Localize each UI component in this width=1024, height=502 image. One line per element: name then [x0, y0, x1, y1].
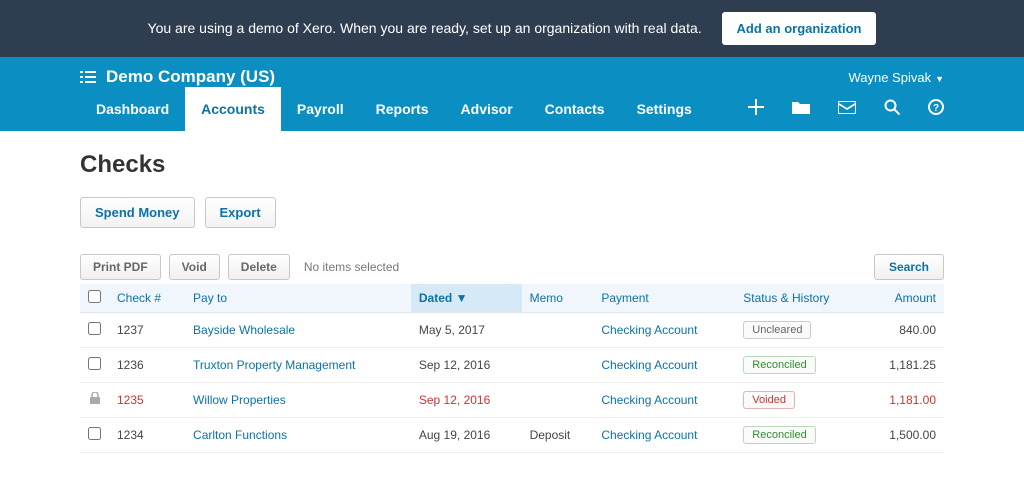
void-button[interactable]: Void — [169, 254, 220, 280]
memo-cell — [522, 313, 594, 348]
status-badge[interactable]: Voided — [743, 391, 795, 409]
export-button[interactable]: Export — [205, 197, 276, 228]
plus-icon[interactable] — [748, 99, 764, 120]
table-row: 1236 Truxton Property Management Sep 12, 2… — [80, 348, 944, 383]
page-title: Checks — [80, 151, 944, 179]
nav-bar: Dashboard Accounts Payroll Reports Advis… — [0, 87, 1024, 131]
row-checkbox[interactable] — [88, 357, 101, 370]
amount-cell: 1,181.25 — [865, 348, 944, 383]
col-check[interactable]: Check # — [109, 284, 185, 313]
action-row: Spend Money Export — [80, 197, 944, 228]
check-number: 1236 — [109, 348, 185, 383]
col-status[interactable]: Status & History — [735, 284, 864, 313]
tab-contacts[interactable]: Contacts — [529, 87, 621, 131]
col-dated-label: Dated — [419, 291, 452, 305]
nav-icons: ? — [748, 87, 944, 131]
list-icon[interactable] — [80, 70, 96, 84]
check-number: 1235 — [109, 383, 185, 418]
payment-link[interactable]: Checking Account — [601, 428, 697, 442]
search-icon[interactable] — [884, 99, 900, 120]
dated-cell: May 5, 2017 — [411, 313, 522, 348]
print-pdf-button[interactable]: Print PDF — [80, 254, 161, 280]
tab-payroll[interactable]: Payroll — [281, 87, 360, 131]
search-button[interactable]: Search — [874, 254, 944, 280]
delete-button[interactable]: Delete — [228, 254, 290, 280]
payment-link[interactable]: Checking Account — [601, 358, 697, 372]
row-checkbox[interactable] — [88, 322, 101, 335]
add-organization-button[interactable]: Add an organization — [722, 12, 877, 45]
payto-link[interactable]: Truxton Property Management — [193, 358, 355, 372]
col-dated[interactable]: Dated ▼ — [411, 284, 522, 313]
nav-tabs: Dashboard Accounts Payroll Reports Advis… — [80, 87, 708, 131]
table-row: 1237 Bayside Wholesale May 5, 2017 Checking… — [80, 313, 944, 348]
payment-link[interactable]: Checking Account — [601, 323, 697, 337]
user-name: Wayne Spivak — [848, 70, 931, 85]
demo-banner: You are using a demo of Xero. When you a… — [0, 0, 1024, 57]
tab-advisor[interactable]: Advisor — [445, 87, 529, 131]
sort-desc-icon: ▼ — [456, 291, 468, 305]
tab-settings[interactable]: Settings — [621, 87, 708, 131]
chevron-down-icon: ▼ — [935, 74, 944, 84]
dated-cell: Sep 12, 2016 — [411, 383, 522, 418]
amount-cell: 1,181.00 — [865, 383, 944, 418]
status-badge[interactable]: Reconciled — [743, 356, 815, 374]
mail-icon[interactable] — [838, 99, 856, 119]
tab-dashboard[interactable]: Dashboard — [80, 87, 185, 131]
col-payto[interactable]: Pay to — [185, 284, 411, 313]
select-all-checkbox[interactable] — [88, 290, 101, 303]
dated-cell: Sep 12, 2016 — [411, 348, 522, 383]
table-header-row: Check # Pay to Dated ▼ Memo Payment Stat… — [80, 284, 944, 313]
memo-cell — [522, 383, 594, 418]
svg-text:?: ? — [933, 103, 939, 114]
col-amount[interactable]: Amount — [865, 284, 944, 313]
col-memo[interactable]: Memo — [522, 284, 594, 313]
help-icon[interactable]: ? — [928, 99, 944, 120]
row-checkbox[interactable] — [88, 427, 101, 440]
table-row: 1235 Willow Properties Sep 12, 2016 Checkin… — [80, 383, 944, 418]
header-bar: Demo Company (US) Wayne Spivak ▼ — [0, 57, 1024, 87]
table-toolbar: Print PDF Void Delete No items selected … — [80, 254, 944, 280]
content: Checks Spend Money Export Print PDF Void… — [0, 131, 1024, 473]
amount-cell: 1,500.00 — [865, 418, 944, 453]
demo-banner-text: You are using a demo of Xero. When you a… — [148, 20, 702, 36]
folder-icon[interactable] — [792, 99, 810, 119]
memo-cell — [522, 348, 594, 383]
tab-accounts[interactable]: Accounts — [185, 87, 281, 131]
memo-cell: Deposit — [522, 418, 594, 453]
spend-money-button[interactable]: Spend Money — [80, 197, 195, 228]
user-menu[interactable]: Wayne Spivak ▼ — [848, 70, 1004, 85]
check-number: 1234 — [109, 418, 185, 453]
status-badge[interactable]: Uncleared — [743, 321, 811, 339]
check-number: 1237 — [109, 313, 185, 348]
payto-link[interactable]: Willow Properties — [193, 393, 286, 407]
checks-table: Check # Pay to Dated ▼ Memo Payment Stat… — [80, 284, 944, 453]
col-payment[interactable]: Payment — [593, 284, 735, 313]
selection-status: No items selected — [304, 260, 399, 274]
tab-reports[interactable]: Reports — [360, 87, 445, 131]
amount-cell: 840.00 — [865, 313, 944, 348]
status-badge[interactable]: Reconciled — [743, 426, 815, 444]
payment-link[interactable]: Checking Account — [601, 393, 697, 407]
lock-icon — [80, 383, 109, 418]
dated-cell: Aug 19, 2016 — [411, 418, 522, 453]
company-name[interactable]: Demo Company (US) — [106, 67, 275, 87]
payto-link[interactable]: Carlton Functions — [193, 428, 287, 442]
table-row: 1234 Carlton Functions Aug 19, 2016Deposit… — [80, 418, 944, 453]
payto-link[interactable]: Bayside Wholesale — [193, 323, 295, 337]
